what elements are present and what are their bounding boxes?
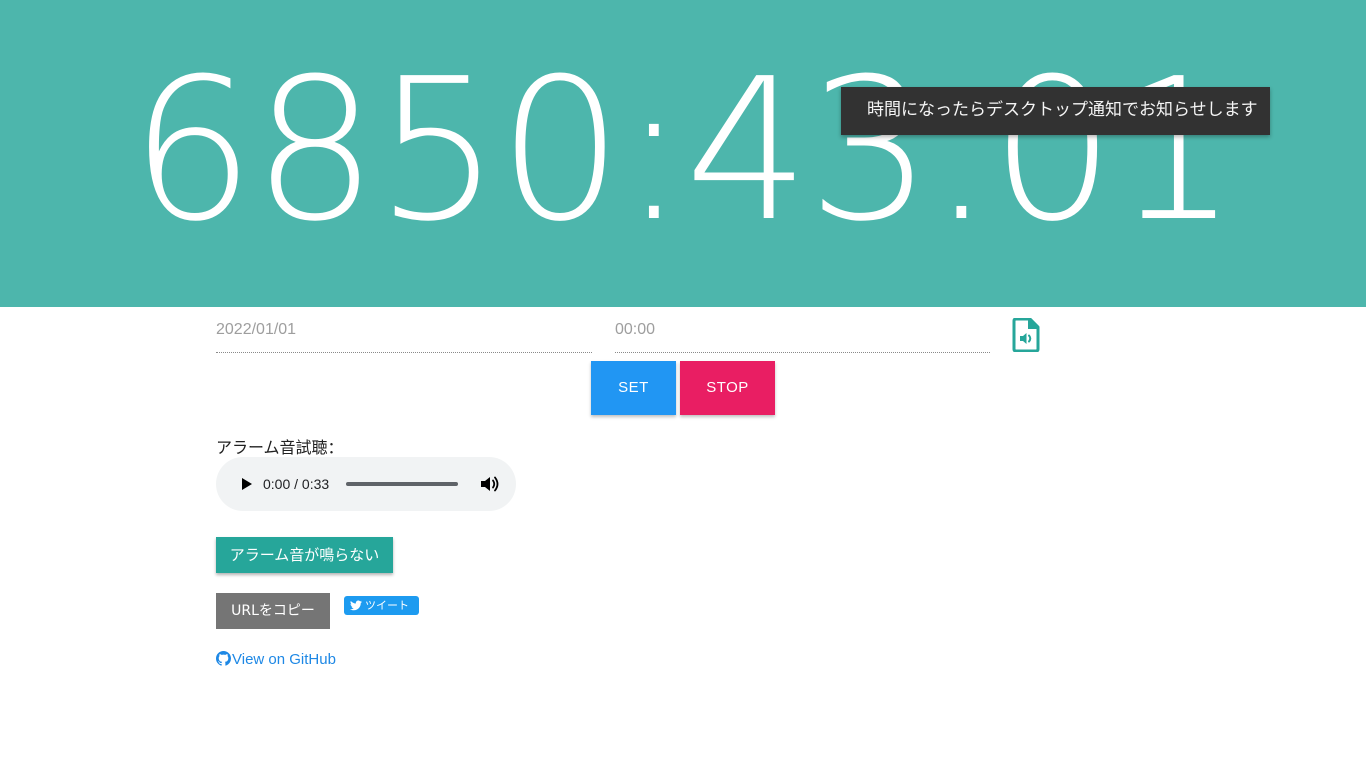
date-input[interactable] <box>216 313 592 347</box>
copy-url-button[interactable]: URLをコピー <box>216 593 330 629</box>
alarm-preview-label: アラーム音試聴： <box>216 438 344 457</box>
time-field[interactable] <box>615 313 990 353</box>
audio-time: 0:00 / 0:33 <box>263 476 330 492</box>
countdown-display: 6850:43.01 <box>130 37 1238 265</box>
file-audio-icon[interactable] <box>1012 318 1040 352</box>
timer-header: 6850:43.01 時間になったらデスクトップ通知でお知らせします <box>0 0 1366 307</box>
audio-player[interactable]: 0:00 / 0:33 <box>216 457 516 511</box>
github-icon <box>216 651 231 666</box>
set-button[interactable]: SET <box>591 361 676 415</box>
tweet-label: ツイート <box>365 599 409 612</box>
tweet-button[interactable]: ツイート <box>344 596 419 615</box>
time-input[interactable] <box>615 313 990 347</box>
stop-button[interactable]: STOP <box>680 361 775 415</box>
alarm-not-ringing-button[interactable]: アラーム音が鳴らない <box>216 537 393 573</box>
github-link[interactable]: View on GitHub <box>216 650 336 670</box>
play-icon[interactable] <box>236 474 256 494</box>
notification-toast: 時間になったらデスクトップ通知でお知らせします <box>841 87 1270 135</box>
volume-icon[interactable] <box>479 474 501 494</box>
github-label: View on GitHub <box>232 651 336 668</box>
date-field[interactable] <box>216 313 592 353</box>
audio-progress-bar[interactable] <box>346 482 458 486</box>
twitter-bird-icon <box>350 600 362 611</box>
